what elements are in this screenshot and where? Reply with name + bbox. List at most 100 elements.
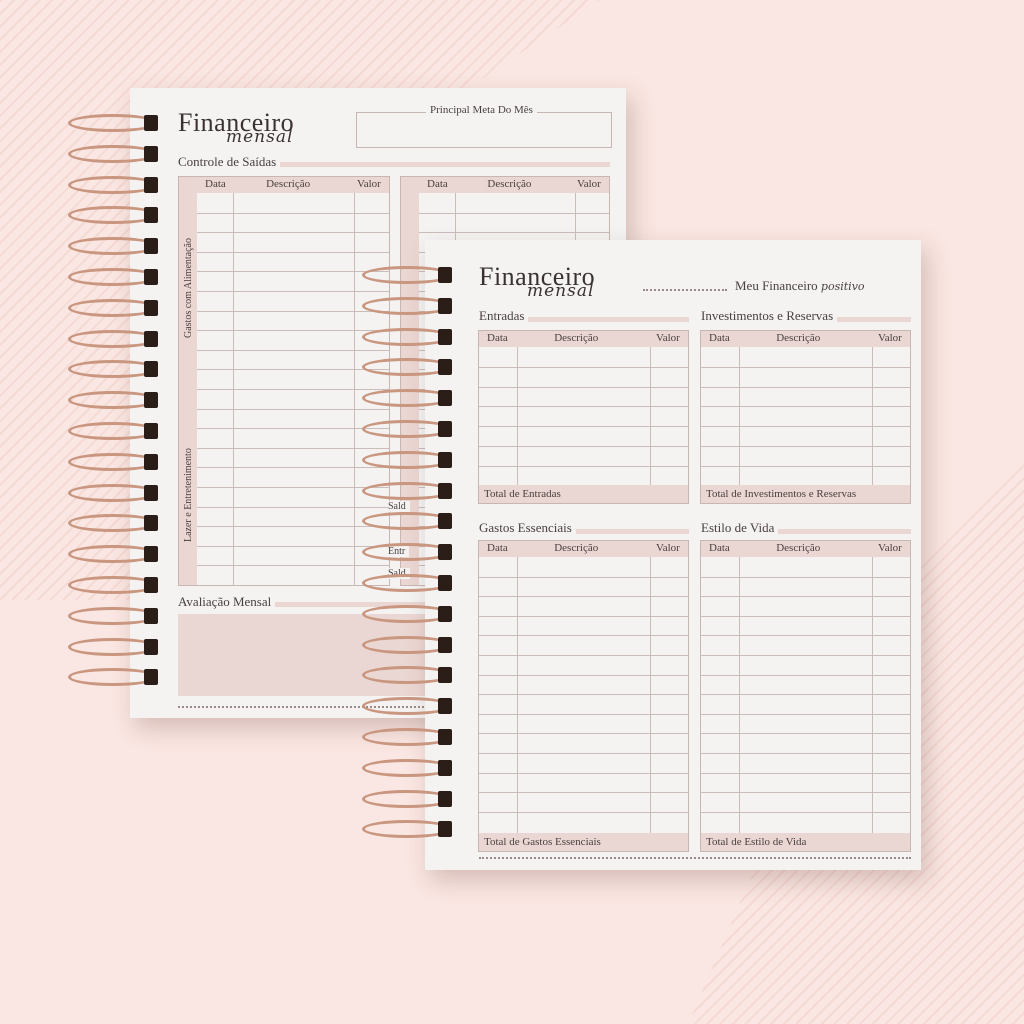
table-row-line [197, 212, 389, 214]
binding-hole [438, 667, 452, 684]
essenciais-title: Gastos Essenciais [479, 520, 576, 536]
binding-hole [438, 698, 452, 715]
binding-hole [144, 330, 158, 347]
binding-hole [144, 423, 158, 439]
header-valor: Valor [357, 178, 381, 190]
header-descricao: Descrição [266, 178, 311, 190]
table-row-line [701, 596, 910, 598]
investimentos-title: Investimentos e Reservas [701, 308, 838, 324]
table-column-line [738, 347, 740, 485]
binding-hole [438, 636, 452, 653]
binding-hole [438, 729, 452, 745]
table-row-line [479, 811, 688, 813]
side-label-food: Gastos com Alimentação [183, 238, 194, 338]
table-row-line [197, 506, 389, 508]
header-data: Data [205, 178, 226, 190]
table-row-line [197, 428, 389, 430]
entradas-title: Entradas [479, 308, 529, 324]
table-row-line [479, 366, 688, 368]
table-column-line [233, 193, 235, 585]
binding-hole [144, 207, 158, 224]
table-row-line [197, 349, 389, 351]
goal-label: Principal Meta Do Mês [426, 104, 537, 116]
binding-hole [144, 577, 158, 593]
table-header: Data Descrição Valor [701, 331, 910, 347]
table-column-line [872, 347, 874, 485]
table-row-line [701, 576, 910, 578]
estilo-total: Total de Estilo de Vida [701, 833, 910, 851]
header-data: Data [709, 542, 730, 554]
header-valor: Valor [656, 542, 680, 554]
expenses-table-left: Data Descrição Valor [178, 176, 390, 586]
table-column-line [516, 347, 518, 485]
investimentos-total: Total de Investimentos e Reservas [701, 485, 910, 503]
table-row-line [197, 447, 389, 449]
table-row-line [479, 713, 688, 715]
binding-hole [144, 669, 158, 686]
table-row-line [479, 615, 688, 617]
controle-title: Controle de Saídas [178, 154, 281, 170]
table-column-line [650, 557, 652, 833]
table-row-line [479, 655, 688, 656]
header-valor: Valor [656, 332, 680, 344]
table-row-line [197, 389, 389, 390]
table-row-line [197, 251, 389, 253]
binding-hole [144, 392, 158, 409]
binding-hole [438, 759, 452, 776]
estilo-table: Total de Estilo de Vida Data Descrição Val… [700, 540, 911, 852]
table-row-line [197, 369, 389, 371]
brand-subtitle: mensal [226, 127, 294, 147]
table-row-line [479, 406, 688, 408]
table-header: Data Descrição Valor [701, 541, 910, 557]
header-valor: Valor [878, 542, 902, 554]
dotted-line [479, 857, 911, 859]
table-row-line [479, 792, 688, 794]
table-row-line [479, 386, 688, 388]
table-row-line [701, 772, 910, 774]
table-row-line [701, 733, 910, 735]
table-row-line [479, 733, 688, 735]
table-header: Data Descrição Valor [197, 177, 389, 193]
table-row-line [479, 426, 688, 428]
binding-hole [144, 176, 158, 193]
tagline-text: Meu Financeiro [735, 278, 818, 293]
table-header: Data Descrição Valor [479, 331, 688, 347]
table-row-line [701, 674, 910, 676]
table-row-line [479, 465, 688, 467]
binding-hole [438, 451, 452, 468]
header-valor: Valor [878, 332, 902, 344]
binding-hole [438, 328, 452, 345]
table-column-line [738, 557, 740, 833]
table-row-line [419, 232, 609, 234]
goal-box [356, 112, 612, 148]
table-column-line [872, 557, 874, 833]
binding-hole [438, 421, 452, 437]
binding-hole [438, 513, 452, 530]
table-row-line [479, 694, 688, 696]
table-header: Data Descrição Valor [479, 541, 688, 557]
header-descricao: Descrição [554, 542, 599, 554]
binding-hole [144, 115, 158, 131]
avaliacao-box [178, 614, 428, 696]
essenciais-table: Total de Gastos Essenciais Data Descrição… [478, 540, 689, 852]
header-data: Data [709, 332, 730, 344]
header-descricao: Descrição [554, 332, 599, 344]
table-row-line [197, 408, 389, 410]
table-row-line [197, 291, 389, 292]
table-row-line [479, 674, 688, 676]
dotted-line [643, 289, 727, 291]
table-header: Data Descrição Valor [419, 177, 609, 193]
table-column-line [650, 347, 652, 485]
avaliacao-title: Avaliação Mensal [178, 594, 276, 610]
binding-hole [144, 238, 158, 255]
table-row-line [701, 792, 910, 794]
binding-hole [144, 145, 158, 162]
table-row-line [701, 446, 910, 447]
header-valor: Valor [577, 178, 601, 190]
brand-logo: Financeiro mensal [479, 264, 595, 302]
entradas-total: Total de Entradas [479, 485, 688, 503]
table-row-line [701, 635, 910, 637]
binding-hole [438, 390, 452, 407]
essenciais-total: Total de Gastos Essenciais [479, 833, 688, 851]
binding-hole [144, 361, 158, 378]
